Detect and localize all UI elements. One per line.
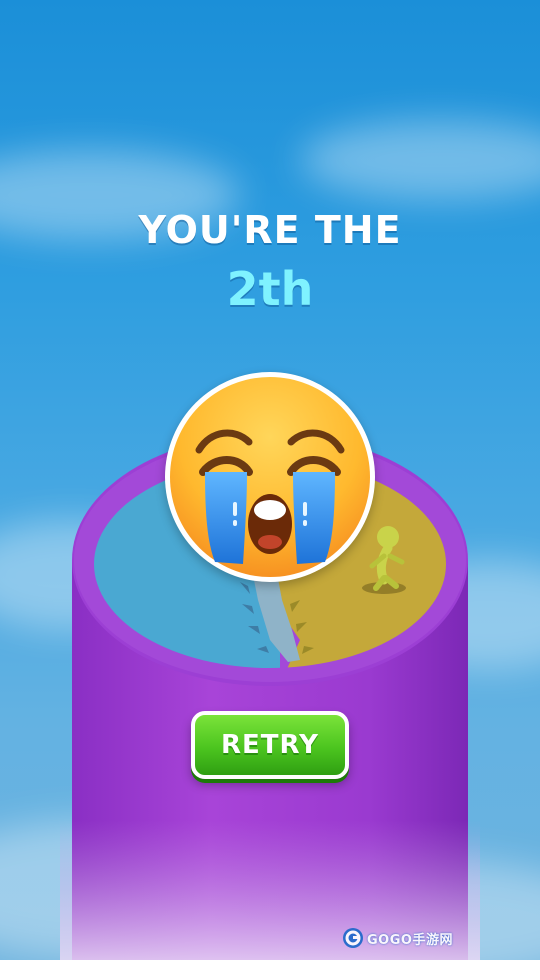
retry-button[interactable]: RETRY — [191, 711, 349, 779]
crying-face-icon — [165, 372, 375, 582]
result-title: YOU'RE THE — [138, 208, 402, 252]
watermark-text: GOGO手游网 — [367, 932, 453, 948]
watermark: GOGO手游网 — [342, 926, 453, 950]
gogo-logo-icon — [343, 928, 363, 948]
rank-text: 2th — [226, 262, 314, 316]
